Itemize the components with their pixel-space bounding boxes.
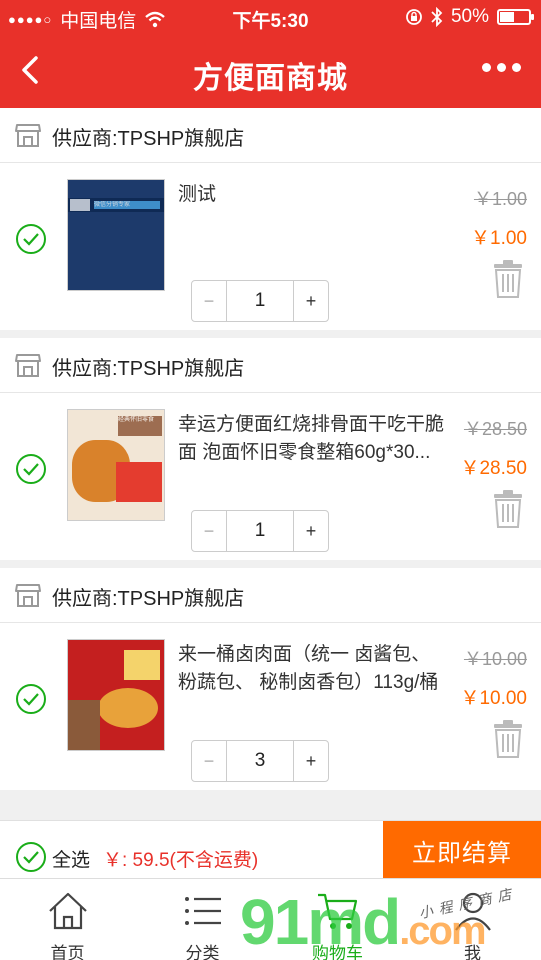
status-bar: ●●●●○ 中国电信 下午5:30 50% — [0, 0, 541, 34]
select-all-check-icon[interactable] — [15, 841, 47, 873]
trash-icon[interactable] — [493, 260, 523, 298]
shop-icon — [15, 584, 41, 607]
checkout-button[interactable]: 立即结算 — [383, 821, 541, 879]
more-dot-icon — [512, 63, 521, 72]
more-dot-icon — [482, 63, 491, 72]
current-price: ￥1.00 — [471, 228, 527, 249]
thumbnail-bowl — [98, 688, 158, 728]
nav-bar: 方便面商城 — [0, 34, 541, 108]
thumbnail-banner-text: 微信分销专家 — [94, 201, 160, 209]
quantity-stepper: − 1 + — [191, 510, 329, 552]
thumbnail-caption: 经典怀旧零食 — [118, 417, 155, 423]
current-price: ￥28.50 — [460, 458, 527, 479]
decrease-button[interactable]: − — [192, 511, 226, 551]
thumbnail-logo — [124, 650, 160, 680]
store-header: 供应商:TPSHP旗舰店 — [0, 338, 541, 393]
thumbnail-logo — [70, 199, 90, 211]
quantity-value[interactable]: 3 — [226, 741, 294, 781]
thumbnail-banner-text: 经典怀旧零食 — [118, 416, 162, 436]
shop-icon — [15, 354, 41, 377]
more-dot-icon — [497, 63, 506, 72]
item-check-icon[interactable] — [15, 223, 47, 255]
battery-icon — [497, 9, 534, 25]
product-thumbnail[interactable] — [67, 639, 165, 751]
tab-home[interactable]: 首页 — [0, 879, 135, 960]
battery-percent: 50% — [450, 6, 489, 27]
cart-store-block: 供应商:TPSHP旗舰店 经典怀旧零食 幸运方便面红烧排骨面干吃干脆面 泡面怀旧… — [0, 338, 541, 560]
select-all-label[interactable]: 全选 — [52, 845, 90, 872]
supplier-name: 供应商:TPSHP旗舰店 — [52, 358, 245, 380]
store-header: 供应商:TPSHP旗舰店 — [0, 568, 541, 623]
supplier-name: 供应商:TPSHP旗舰店 — [52, 588, 245, 610]
increase-button[interactable]: + — [294, 741, 328, 781]
bluetooth-icon — [431, 7, 443, 27]
product-name[interactable]: 测试 — [178, 181, 446, 239]
quantity-value[interactable]: 1 — [226, 511, 294, 551]
total-price: ￥: 59.5(不含运费) — [103, 850, 259, 871]
trash-icon[interactable] — [493, 720, 523, 758]
rotation-lock-icon — [406, 9, 422, 25]
decrease-button[interactable]: − — [192, 741, 226, 781]
quantity-stepper: − 1 + — [191, 280, 329, 322]
watermark-text: 91md — [240, 886, 401, 958]
original-price: ￥28.50 — [463, 419, 527, 439]
thumbnail-figure — [68, 700, 100, 750]
cart-store-block: 供应商:TPSHP旗舰店 微信分销专家 测试 ￥1.00 ￥1.00 − 1 + — [0, 108, 541, 330]
thumbnail-caption: 微信分销专家 — [94, 202, 131, 208]
decrease-button[interactable]: − — [192, 281, 226, 321]
checkout-bar: 全选 ￥: 59.5(不含运费) 立即结算 — [0, 820, 541, 879]
store-header: 供应商:TPSHP旗舰店 — [0, 108, 541, 163]
increase-button[interactable]: + — [294, 281, 328, 321]
quantity-value[interactable]: 1 — [226, 281, 294, 321]
product-name[interactable]: 来一桶卤肉面（统一 卤酱包、粉蔬包、 秘制卤香包）113g/桶 — [178, 641, 446, 699]
list-icon — [185, 897, 221, 925]
shop-icon — [15, 124, 41, 147]
thumbnail-package — [116, 462, 162, 502]
cart-store-block: 供应商:TPSHP旗舰店 来一桶卤肉面（统一 卤酱包、粉蔬包、 秘制卤香包）11… — [0, 568, 541, 790]
item-check-icon[interactable] — [15, 683, 47, 715]
supplier-name: 供应商:TPSHP旗舰店 — [52, 128, 245, 150]
product-name[interactable]: 幸运方便面红烧排骨面干吃干脆面 泡面怀旧零食整箱60g*30... — [178, 411, 446, 469]
original-price: ￥1.00 — [473, 189, 527, 209]
item-check-icon[interactable] — [15, 453, 47, 485]
tab-label: 首页 — [50, 944, 85, 960]
trash-icon[interactable] — [493, 490, 523, 528]
current-price: ￥10.00 — [460, 688, 527, 709]
product-thumbnail[interactable]: 经典怀旧零食 — [67, 409, 165, 521]
quantity-stepper: − 3 + — [191, 740, 329, 782]
page-title: 方便面商城 — [193, 62, 348, 95]
home-icon — [49, 892, 87, 930]
product-thumbnail[interactable]: 微信分销专家 — [67, 179, 165, 291]
more-menu-button[interactable] — [482, 63, 521, 72]
original-price: ￥10.00 — [463, 649, 527, 669]
increase-button[interactable]: + — [294, 511, 328, 551]
battery-fill — [500, 12, 514, 22]
